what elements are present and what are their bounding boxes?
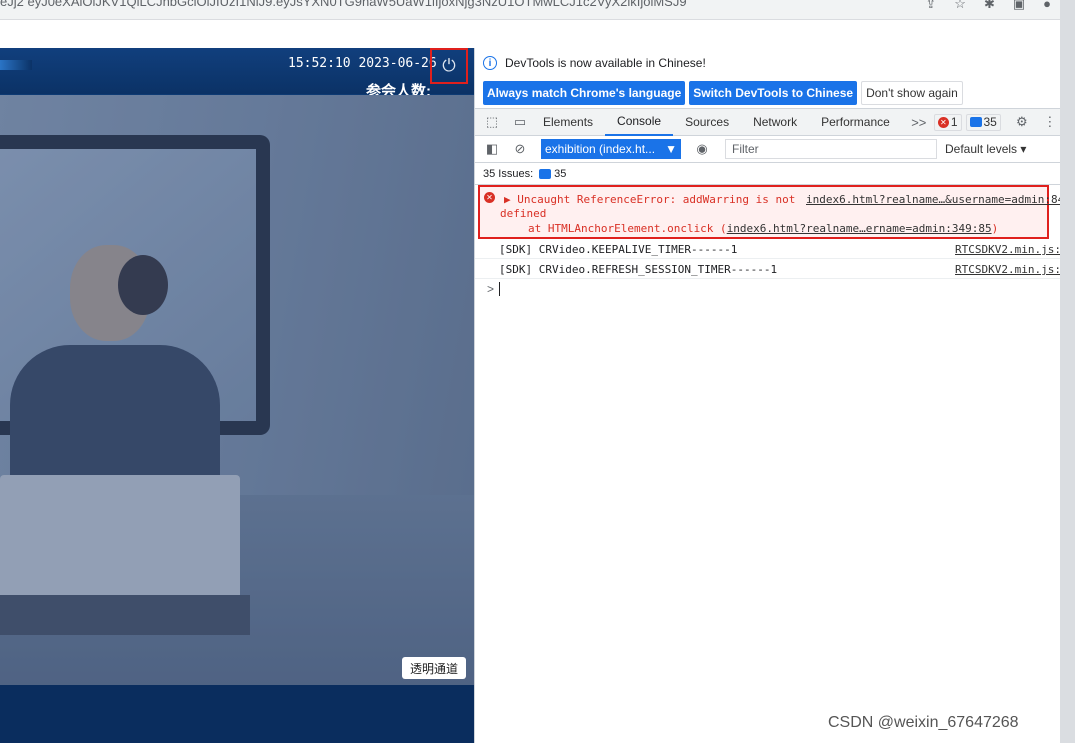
- message-count-badge[interactable]: 35: [965, 113, 1001, 131]
- video-conference-app: 15:52:10 2023-06-26 参会人数: ⏻ 透明通道: [0, 48, 474, 743]
- tab-sources[interactable]: Sources: [673, 108, 741, 136]
- tab-network[interactable]: Network: [741, 108, 809, 136]
- console-log-row[interactable]: [SDK] CRVideo.KEEPALIVE_TIMER------1 RTC…: [475, 239, 1061, 259]
- language-notice: i DevTools is now available in Chinese!: [483, 56, 706, 70]
- watermark: CSDN @weixin_67647268: [828, 714, 1019, 731]
- notice-text: DevTools is now available in Chinese!: [505, 56, 706, 70]
- info-icon: i: [483, 56, 497, 70]
- transparent-channel-button[interactable]: 透明通道: [402, 657, 466, 679]
- log-source-link[interactable]: RTCSDKV2.min.js:: [955, 243, 1061, 256]
- window-scrollbar[interactable]: [1060, 0, 1075, 743]
- star-icon[interactable]: ☆: [954, 0, 966, 12]
- log-source-link[interactable]: RTCSDKV2.min.js:: [955, 263, 1061, 276]
- console-error-row[interactable]: ✕ ▶ Uncaught ReferenceError: addWarring …: [478, 185, 1064, 239]
- dont-show-again-button[interactable]: Don't show again: [861, 81, 963, 105]
- app-footer: [0, 685, 474, 743]
- message-icon: [969, 117, 982, 127]
- devtools-panel: i DevTools is now available in Chinese! …: [474, 48, 1064, 743]
- device-toolbar-icon[interactable]: ▭: [509, 113, 531, 131]
- error-icon: ✕: [937, 116, 949, 128]
- url-text[interactable]: eJj2 eyJ0eXAiOiJKV1QiLCJhbGciOiJIUzI1NiJ…: [0, 0, 687, 9]
- inspect-icon[interactable]: ⬚: [481, 113, 503, 131]
- share-icon[interactable]: ⇪: [925, 0, 936, 12]
- issues-count-badge[interactable]: 35: [539, 168, 566, 180]
- filter-input[interactable]: Filter: [725, 139, 937, 159]
- error-message: ▶ Uncaught ReferenceError: addWarring is…: [504, 193, 796, 206]
- issues-icon: [539, 169, 552, 179]
- app-header: 15:52:10 2023-06-26 参会人数:: [0, 48, 474, 100]
- extension-icon[interactable]: ✱: [984, 0, 995, 12]
- match-language-button[interactable]: Always match Chrome's language: [483, 81, 686, 105]
- switch-chinese-button[interactable]: Switch DevTools to Chinese: [689, 81, 858, 105]
- page-top-gap: [0, 20, 1075, 48]
- devtools-tabbar: ⬚ ▭ Elements Console Sources Network Per…: [475, 108, 1061, 136]
- address-bar[interactable]: eJj2 eyJ0eXAiOiJKV1QiLCJhbGciOiJIUzI1NiJ…: [0, 0, 1075, 20]
- log-levels-dropdown[interactable]: Default levels ▾: [945, 142, 1026, 156]
- window-icon[interactable]: ▣: [1013, 0, 1025, 12]
- clock: 15:52:10 2023-06-26: [288, 56, 437, 71]
- profile-icon[interactable]: ●: [1043, 0, 1051, 12]
- error-message-cont: defined: [500, 207, 547, 220]
- gear-icon[interactable]: ⚙: [1011, 113, 1033, 131]
- context-selector[interactable]: exhibition (index.ht... ▼: [541, 139, 681, 159]
- more-vert-icon[interactable]: ⋮: [1039, 113, 1061, 131]
- issues-bar: 35 Issues: 35: [475, 164, 1061, 185]
- sidebar-toggle-icon[interactable]: ◧: [481, 140, 503, 158]
- issues-label: 35 Issues:: [483, 168, 534, 180]
- console-prompt-icon: >: [487, 282, 495, 296]
- error-icon: ✕: [484, 192, 495, 203]
- header-stripe: [0, 60, 32, 70]
- dropdown-arrow-icon: ▼: [665, 142, 677, 156]
- power-button[interactable]: ⏻: [430, 48, 468, 84]
- console-toolbar: ◧ ⊘ exhibition (index.ht... ▼ ◉ Filter D…: [475, 136, 1061, 163]
- clear-console-icon[interactable]: ⊘: [509, 140, 531, 158]
- tab-console[interactable]: Console: [605, 108, 674, 136]
- video-feed: [0, 95, 474, 685]
- tab-elements[interactable]: Elements: [531, 108, 605, 136]
- eye-icon[interactable]: ◉: [691, 140, 713, 158]
- stack-source-link[interactable]: index6.html?realname…ername=admin:349:85: [727, 222, 992, 235]
- more-tabs-icon[interactable]: >>: [908, 113, 930, 131]
- error-source-link[interactable]: index6.html?realname…&username=admin:84: [806, 193, 1064, 206]
- error-stack-line: at HTMLAnchorElement.onclick (index6.htm…: [528, 222, 999, 235]
- console-input[interactable]: [499, 282, 500, 296]
- console-log-row[interactable]: [SDK] CRVideo.REFRESH_SESSION_TIMER-----…: [475, 259, 1061, 279]
- power-icon: ⏻: [442, 56, 456, 75]
- error-count-badge[interactable]: ✕ 1: [933, 113, 962, 131]
- tab-performance[interactable]: Performance: [809, 108, 902, 136]
